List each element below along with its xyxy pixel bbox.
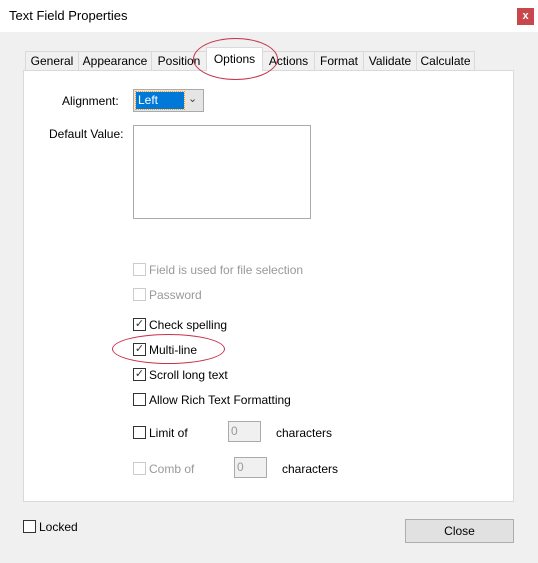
file-selection-label: Field is used for file selection [149, 263, 304, 277]
multi-line-label: Multi-line [149, 343, 198, 357]
file-selection-checkbox[interactable] [133, 263, 146, 276]
rich-text-label: Allow Rich Text Formatting [149, 393, 291, 407]
password-checkbox[interactable] [133, 288, 146, 301]
check-spelling-label: Check spelling [149, 318, 228, 332]
alignment-value: Left [135, 91, 185, 110]
locked-checkbox[interactable] [23, 520, 36, 533]
comb-of-checkbox[interactable] [133, 462, 146, 475]
default-value-input[interactable] [133, 125, 311, 219]
limit-of-label: Limit of [149, 426, 188, 440]
alignment-label: Alignment: [62, 94, 119, 108]
scroll-long-text-label: Scroll long text [149, 368, 228, 382]
limit-of-suffix: characters [276, 426, 333, 440]
limit-of-input[interactable]: 0 [228, 421, 261, 442]
default-value-label: Default Value: [49, 127, 124, 141]
tab-position[interactable]: Position [151, 51, 207, 70]
password-label: Password [149, 288, 202, 302]
comb-of-input[interactable]: 0 [234, 457, 267, 478]
locked-label: Locked [39, 520, 78, 534]
limit-of-checkbox[interactable] [133, 426, 146, 439]
tab-validate[interactable]: Validate [363, 51, 417, 70]
comb-of-label: Comb of [149, 462, 195, 476]
comb-of-suffix: characters [282, 462, 339, 476]
tab-format[interactable]: Format [314, 51, 364, 70]
close-button[interactable]: Close [405, 519, 514, 543]
rich-text-checkbox[interactable] [133, 393, 146, 406]
scroll-long-text-checkbox[interactable]: ✓ [133, 368, 146, 381]
tab-general[interactable]: General [25, 51, 79, 70]
check-spelling-checkbox[interactable]: ✓ [133, 318, 146, 331]
tab-appearance[interactable]: Appearance [78, 51, 152, 70]
window-title: Text Field Properties [9, 8, 128, 23]
tab-options[interactable]: Options [206, 47, 263, 71]
close-window-button[interactable]: x [517, 8, 534, 25]
tab-calculate[interactable]: Calculate [416, 51, 475, 70]
multi-line-checkbox[interactable]: ✓ [133, 343, 146, 356]
tab-actions[interactable]: Actions [262, 51, 315, 70]
alignment-select[interactable]: Left ⌄ [133, 89, 204, 112]
chevron-down-icon: ⌄ [188, 93, 198, 105]
